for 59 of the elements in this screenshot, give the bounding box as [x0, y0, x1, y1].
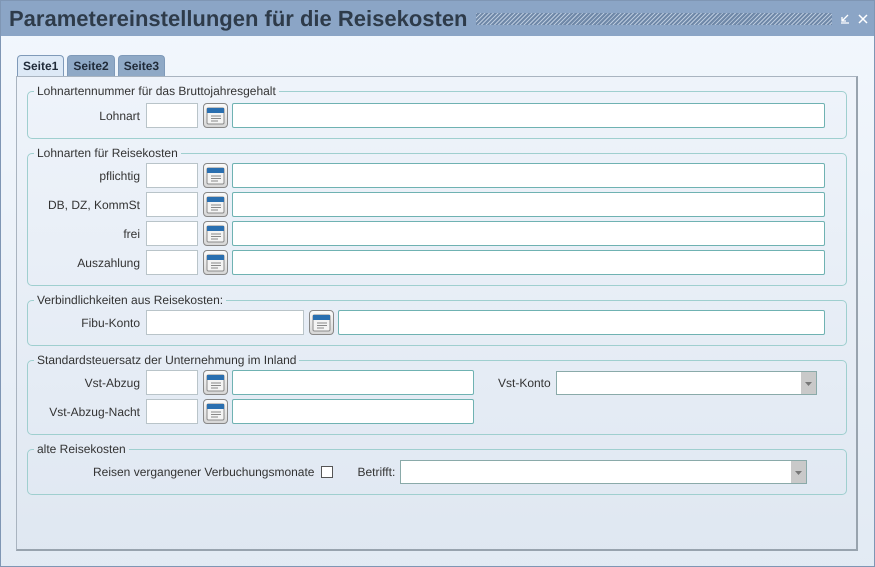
field-label: Fibu-Konto	[80, 314, 141, 332]
field-label: Auszahlung	[76, 254, 141, 272]
code-field[interactable]	[146, 103, 198, 128]
code-field[interactable]	[146, 163, 198, 188]
field-label: Vst-Abzug-Nacht	[48, 404, 141, 420]
group-title: Lohnartennummer für das Bruttojahresgehalt	[36, 83, 277, 99]
list-icon	[206, 106, 225, 125]
code-field[interactable]	[146, 192, 198, 217]
field-label: frei	[122, 226, 141, 242]
lookup-button[interactable]	[309, 310, 334, 335]
group-title: alte Reisekosten	[36, 441, 127, 457]
group-title: Verbindlichkeiten aus Reisekosten:	[36, 292, 224, 308]
caret-icon	[791, 460, 806, 482]
field-label: pflichtig	[98, 168, 141, 184]
checkbox-label: Reisen vergangener Verbuchungsmonate	[93, 464, 314, 480]
code-field[interactable]	[146, 310, 304, 335]
lookup-button[interactable]	[203, 399, 228, 424]
list-icon	[206, 373, 225, 392]
window-title: Parametereinstellungen für die Reisekosten	[9, 5, 468, 33]
lookup-button[interactable]	[203, 221, 228, 246]
tab[interactable]: Seite2	[67, 55, 115, 76]
code-field[interactable]	[146, 370, 198, 395]
description-field[interactable]	[338, 310, 825, 335]
tab[interactable]: Seite1	[17, 55, 64, 76]
group-title: Lohnarten für Reisekosten	[36, 145, 179, 161]
lookup-button[interactable]	[203, 103, 228, 128]
group-title: Standardsteuersatz der Unternehmung im Inland	[36, 352, 298, 368]
description-field[interactable]	[232, 250, 825, 275]
field-label: Vst-Abzug	[84, 374, 141, 392]
description-field[interactable]	[232, 399, 474, 424]
minimize-icon[interactable]	[840, 14, 850, 24]
code-field[interactable]	[146, 221, 198, 246]
list-icon	[206, 253, 225, 272]
list-icon	[206, 195, 225, 214]
tab[interactable]: Seite3	[118, 55, 166, 76]
field-label: Lohnart	[98, 108, 141, 124]
dropdown-field[interactable]	[556, 370, 817, 394]
code-field[interactable]	[146, 250, 198, 275]
lookup-button[interactable]	[203, 192, 228, 217]
dropdown-field[interactable]	[400, 460, 808, 484]
description-field[interactable]	[232, 192, 825, 217]
description-field[interactable]	[232, 221, 825, 246]
code-field[interactable]	[146, 399, 198, 424]
lookup-button[interactable]	[203, 250, 228, 275]
list-icon	[206, 166, 225, 185]
checkbox[interactable]	[321, 466, 334, 478]
field-label: Vst-Konto	[498, 374, 551, 392]
lookup-button[interactable]	[203, 370, 228, 395]
lookup-button[interactable]	[203, 163, 228, 188]
description-field[interactable]	[232, 370, 474, 395]
field-label: DB, DZ, KommSt	[46, 196, 141, 214]
close-icon[interactable]	[858, 14, 868, 24]
list-icon	[206, 402, 225, 421]
description-field[interactable]	[232, 163, 825, 188]
list-icon	[312, 313, 331, 332]
field-label: Betrifft:	[357, 464, 396, 480]
list-icon	[206, 224, 225, 243]
caret-icon	[800, 372, 816, 394]
description-field[interactable]	[232, 103, 825, 128]
